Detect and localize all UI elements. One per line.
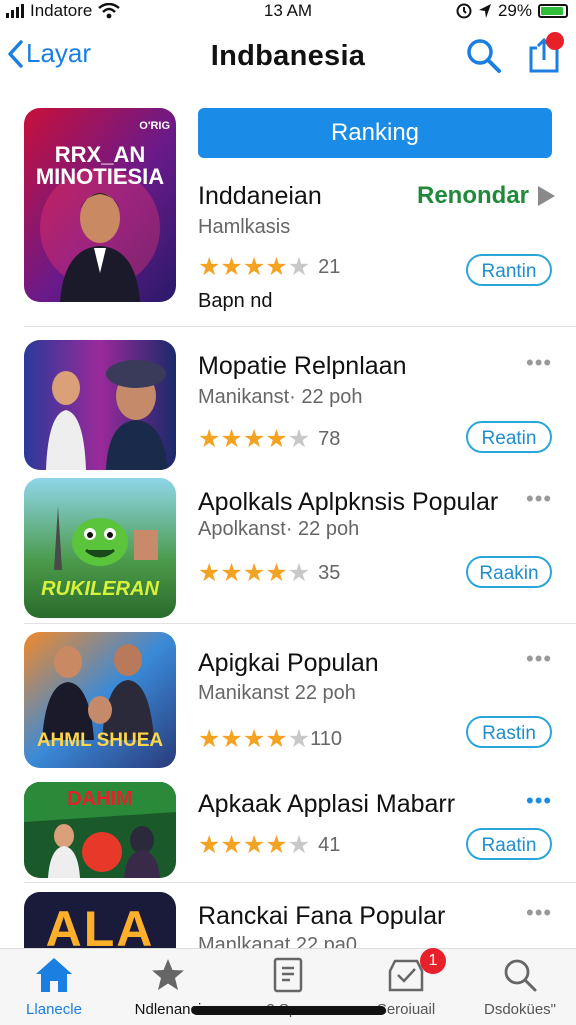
star-icon: ★: [287, 253, 311, 281]
more-options-icon[interactable]: •••: [526, 646, 552, 672]
star-icon: ★: [242, 253, 266, 281]
divider: [24, 882, 576, 883]
thumbnail-title: RRX_AN MINOTIESIA: [35, 142, 165, 189]
tab-badge: 1: [420, 948, 446, 974]
divider: [24, 326, 576, 327]
navigation-bar: Layar Indbanesia: [0, 28, 576, 86]
star-icon: ★: [265, 559, 288, 587]
star-icon: ★: [287, 559, 311, 587]
app-title[interactable]: Inddaneian: [198, 182, 322, 211]
rating-count: 78: [318, 427, 341, 450]
featured-thumbnail[interactable]: O'RIG RRX_AN MINOTIESIA: [24, 108, 176, 302]
rating-count: 41: [318, 833, 341, 856]
app-thumbnail[interactable]: ALA: [24, 892, 176, 948]
star-icon: ★: [265, 831, 288, 859]
app-title[interactable]: Apolkals Aplpknsis Popular: [198, 488, 498, 517]
rating-count: 35: [318, 561, 341, 584]
star-icon: ★: [220, 559, 243, 587]
star-icon: ★: [265, 425, 288, 453]
tab-search[interactable]: Dsdokües": [472, 955, 568, 1018]
search-icon[interactable]: [466, 38, 502, 74]
thumbnail-title: DAHIM: [67, 788, 133, 810]
star-icon: ★: [220, 253, 243, 281]
rating-button[interactable]: Rantin: [466, 254, 552, 286]
thumbnail-tag: O'RIG: [139, 120, 170, 132]
app-subtitle: Manlkanat 22 pa0: [198, 934, 358, 948]
search-icon: [504, 959, 537, 992]
star-rating: ★ ★ ★ ★ ★ 110: [198, 726, 342, 752]
more-options-icon[interactable]: •••: [526, 486, 552, 512]
app-title[interactable]: Ranckai Fana Popular: [198, 902, 445, 931]
star-icon: ★: [220, 725, 243, 753]
rating-count: 110: [310, 727, 342, 750]
star-rating: ★ ★ ★ ★ ★ 41: [198, 832, 340, 858]
app-title[interactable]: Mopatie Relpnlaan: [198, 352, 406, 381]
star-icon: ★: [287, 725, 311, 753]
document-icon: [273, 957, 303, 993]
home-icon: [36, 958, 72, 992]
notification-badge: [546, 32, 564, 50]
app-subtitle: Hamlkasis: [198, 216, 291, 238]
app-thumbnail[interactable]: DAHIM: [24, 782, 176, 878]
star-icon: ★: [198, 725, 221, 753]
app-title[interactable]: Apkaak Applasi Mabarr: [198, 790, 455, 819]
star-icon: [152, 959, 184, 990]
battery-icon: [538, 4, 568, 18]
app-subtitle: Apolkanst· 22 poh: [198, 518, 360, 540]
extra-text: Bapn nd: [198, 290, 273, 312]
rating-count: 21: [318, 255, 341, 278]
alarm-icon: [456, 3, 472, 19]
more-options-icon[interactable]: •••: [526, 788, 552, 814]
star-icon: ★: [220, 831, 243, 859]
rating-button[interactable]: Raakin: [466, 556, 552, 588]
thumbnail-title: AHML SHUEA: [36, 730, 164, 751]
star-icon: ★: [287, 425, 311, 453]
rating-button[interactable]: Reatin: [466, 421, 552, 453]
star-icon: ★: [220, 425, 243, 453]
star-icon: ★: [265, 253, 288, 281]
star-icon: ★: [198, 253, 221, 281]
tab-label: Llanecle: [26, 1001, 82, 1018]
play-icon[interactable]: [538, 186, 555, 206]
app-thumbnail[interactable]: [24, 340, 176, 470]
more-options-icon[interactable]: •••: [526, 900, 552, 926]
thumbnail-title: ALA: [45, 901, 155, 948]
divider: [24, 623, 576, 624]
status-bar: Indatore 13 AM 29%: [0, 0, 576, 24]
renondar-link[interactable]: Renondar: [417, 182, 529, 210]
app-thumbnail[interactable]: RUKILERAN: [24, 478, 176, 618]
star-icon: ★: [198, 831, 221, 859]
star-rating: ★ ★ ★ ★ ★ 78: [198, 426, 340, 452]
app-subtitle: Manikanst 22 poh: [198, 682, 356, 704]
star-icon: ★: [242, 559, 266, 587]
star-rating: ★ ★ ★ ★ ★ 21: [198, 254, 340, 280]
battery-percent: 29%: [497, 1, 532, 20]
star-icon: ★: [242, 831, 266, 859]
location-icon: [478, 4, 491, 18]
app-title[interactable]: Apigkai Populan: [198, 649, 379, 678]
tab-label: Dsdokües": [483, 1001, 557, 1018]
more-options-icon[interactable]: •••: [526, 350, 552, 376]
tab-home[interactable]: Llanecle: [6, 955, 102, 1018]
star-rating: ★ ★ ★ ★ ★ 35: [198, 560, 340, 586]
star-icon: ★: [198, 425, 221, 453]
rating-button[interactable]: Raatin: [466, 828, 552, 860]
thumbnail-title: RUKILERAN: [41, 578, 159, 600]
ranking-button[interactable]: Ranking: [198, 108, 552, 158]
star-icon: ★: [198, 559, 221, 587]
star-icon: ★: [265, 725, 288, 753]
app-subtitle: Manikanst· 22 poh: [198, 386, 363, 408]
app-thumbnail[interactable]: AHML SHUEA: [24, 632, 176, 768]
star-icon: ★: [242, 725, 266, 753]
star-icon: ★: [242, 425, 266, 453]
rating-button[interactable]: Rastin: [466, 716, 552, 748]
home-indicator: [192, 1006, 386, 1015]
star-icon: ★: [287, 831, 311, 859]
